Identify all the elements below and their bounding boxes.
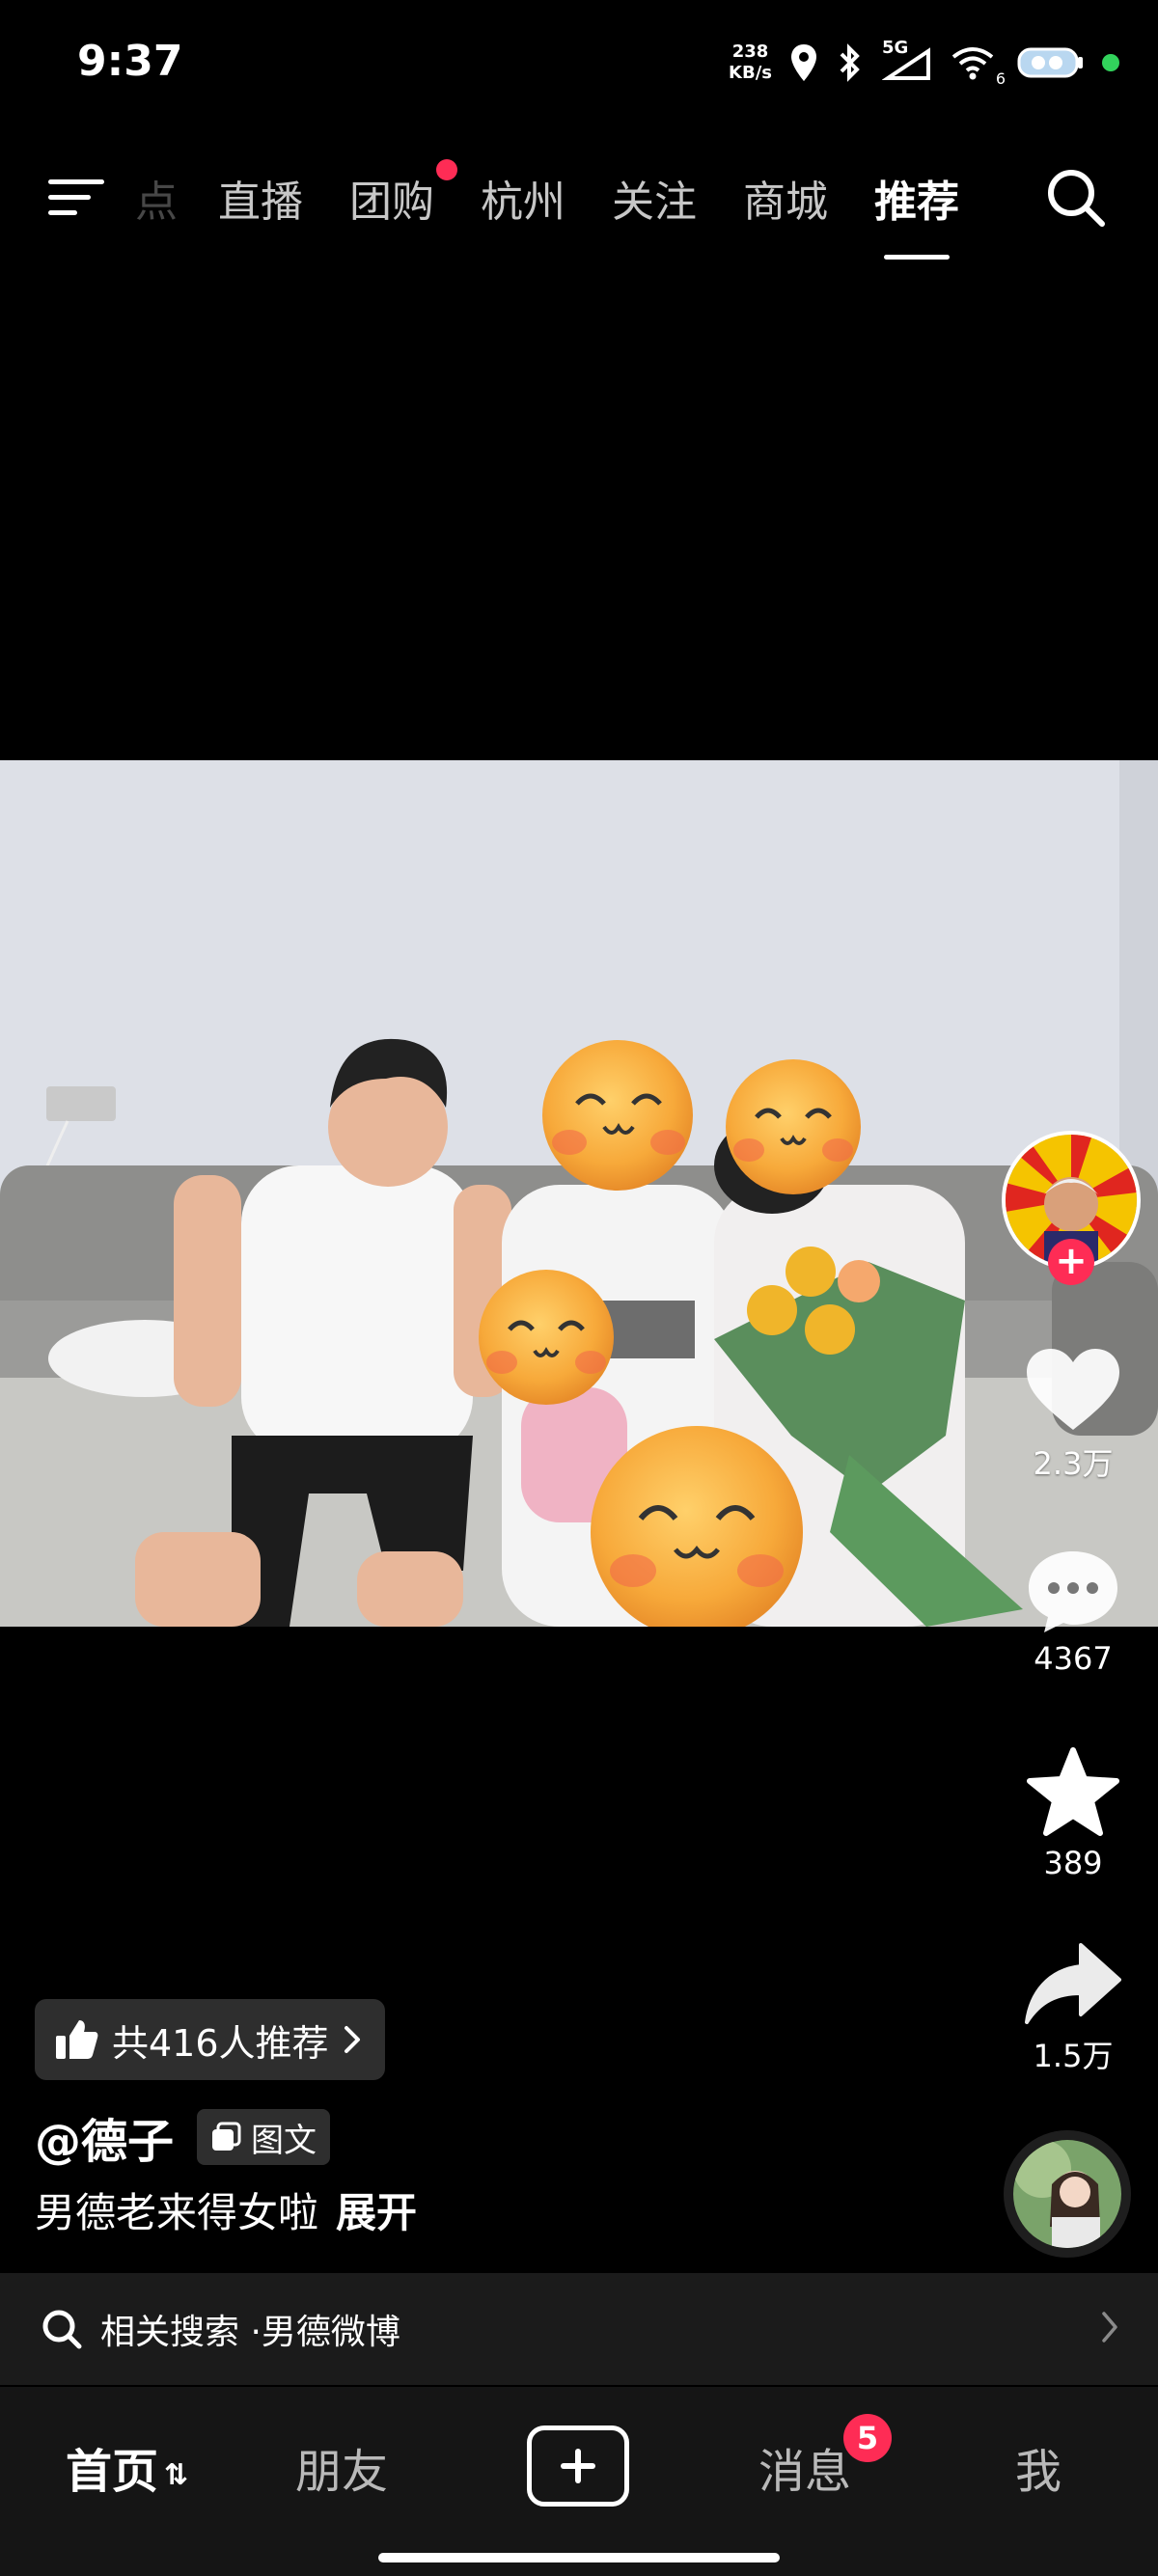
image-text-icon — [212, 2122, 241, 2151]
star-icon[interactable] — [1025, 1746, 1121, 1839]
tab-partial-label: 点 — [135, 178, 178, 227]
expand-button[interactable]: 展开 — [336, 2189, 417, 2236]
tab-following[interactable]: 关注 — [612, 167, 697, 229]
location-icon — [791, 44, 816, 81]
wifi-icon — [951, 47, 994, 80]
favorite-action[interactable]: 389 — [1004, 1746, 1143, 1881]
cellular-signal: 5G — [882, 38, 932, 82]
notification-dot — [436, 159, 457, 180]
like-count: 2.3万 — [1033, 1445, 1114, 1482]
bluetooth-icon — [840, 43, 860, 82]
wifi-label: 6 — [995, 69, 1006, 88]
search-icon — [42, 2310, 82, 2349]
like-action[interactable]: 2.3万 — [1004, 1347, 1143, 1484]
swap-arrows-icon: ⇅ — [164, 2457, 189, 2492]
comment-icon[interactable] — [1025, 1548, 1121, 1634]
follow-plus-button[interactable]: + — [1048, 1239, 1094, 1285]
share-icon[interactable] — [1023, 1941, 1123, 2026]
tab-messages[interactable]: 消息 — [758, 2433, 851, 2501]
post-type-badge: 图文 — [197, 2109, 331, 2165]
share-action[interactable]: 1.5万 — [1004, 1941, 1143, 2076]
chevron-right-icon — [1102, 2312, 1117, 2343]
tab-hangzhou[interactable]: 杭州 — [481, 167, 565, 229]
favorite-count: 389 — [1043, 1845, 1103, 1881]
post-type-label: 图文 — [251, 2121, 317, 2160]
related-search-prefix: 相关搜索 · — [100, 2313, 262, 2352]
network-speed: 238 KB/s — [729, 41, 772, 84]
menu-icon[interactable] — [46, 176, 110, 220]
battery-icon — [1017, 47, 1083, 78]
bottom-tab-bar: 首页 ⇅ 朋友 消息 5 我 — [0, 2387, 1158, 2576]
face-emoji-3 — [479, 1270, 614, 1405]
related-search-bar[interactable]: 相关搜索 · 男德微博 — [0, 2273, 1158, 2385]
music-disc[interactable] — [1004, 2130, 1131, 2258]
tab-mall[interactable]: 商城 — [743, 167, 828, 229]
author-name[interactable]: @德子 — [35, 2103, 174, 2171]
tab-friends-label: 朋友 — [295, 2445, 389, 2499]
recommend-text: 共416人推荐 — [112, 2021, 329, 2065]
messages-badge: 5 — [843, 2414, 892, 2462]
tab-group-buy[interactable]: 团购 — [349, 159, 457, 229]
comment-count: 4367 — [1034, 1640, 1113, 1677]
privacy-indicator-dot — [1102, 54, 1119, 71]
author-avatar-wrap[interactable]: + — [1002, 1131, 1141, 1285]
network-speed-unit: KB/s — [729, 63, 772, 83]
tab-live-label: 直播 — [218, 178, 303, 227]
top-nav: 点 直播 团购 杭州 关注 商城 推荐 — [0, 154, 1158, 260]
chevron-right-icon — [344, 2026, 360, 2053]
nav-tabs: 点 直播 团购 杭州 关注 商城 推荐 — [135, 154, 1006, 260]
music-cover-image — [1013, 2140, 1121, 2248]
tab-me-label: 我 — [1015, 2445, 1062, 2499]
tab-home-label: 首页 — [66, 2445, 159, 2499]
tab-following-label: 关注 — [612, 178, 697, 227]
tab-live[interactable]: 直播 — [218, 167, 303, 229]
tab-partial[interactable]: 点 — [135, 167, 178, 229]
post-photo[interactable] — [0, 760, 1158, 1627]
face-emoji-1 — [542, 1040, 693, 1191]
comment-action[interactable]: 4367 — [1004, 1548, 1143, 1677]
thumbs-up-icon — [56, 2020, 98, 2059]
status-time: 9:37 — [77, 37, 183, 86]
tab-friends[interactable]: 朋友 — [295, 2433, 388, 2501]
status-icons: 238 KB/s 5G 6 — [729, 37, 1119, 89]
create-button[interactable] — [527, 2425, 629, 2507]
tab-home[interactable]: 首页 ⇅ — [66, 2433, 188, 2501]
tab-messages-label: 消息 — [758, 2445, 852, 2499]
post-caption: 男德老来得女啦 展开 — [35, 2180, 417, 2239]
tab-mall-label: 商城 — [743, 178, 828, 227]
author-row: @德子 图文 — [35, 2103, 331, 2171]
tab-recommend[interactable]: 推荐 — [874, 167, 959, 260]
tab-recommend-label: 推荐 — [874, 178, 959, 227]
related-search-query: 男德微博 — [261, 2313, 400, 2352]
search-icon[interactable] — [1044, 166, 1108, 230]
face-emoji-2 — [726, 1059, 861, 1194]
family-photo — [0, 760, 1158, 1627]
wifi-status: 6 — [950, 43, 1006, 88]
plus-icon — [561, 2449, 595, 2483]
tab-me[interactable]: 我 — [1015, 2433, 1062, 2501]
recommend-pill[interactable]: 共416人推荐 — [35, 1999, 385, 2080]
home-indicator[interactable] — [378, 2553, 780, 2562]
caption-text: 男德老来得女啦 — [35, 2189, 319, 2236]
signal-icon — [882, 47, 930, 80]
network-speed-value: 238 — [731, 41, 769, 62]
share-count: 1.5万 — [1033, 2038, 1114, 2074]
status-bar: 9:37 238 KB/s 5G 6 — [0, 0, 1158, 125]
tab-group-buy-label: 团购 — [349, 178, 434, 227]
tab-hangzhou-label: 杭州 — [481, 178, 565, 227]
heart-icon[interactable] — [1025, 1347, 1121, 1434]
